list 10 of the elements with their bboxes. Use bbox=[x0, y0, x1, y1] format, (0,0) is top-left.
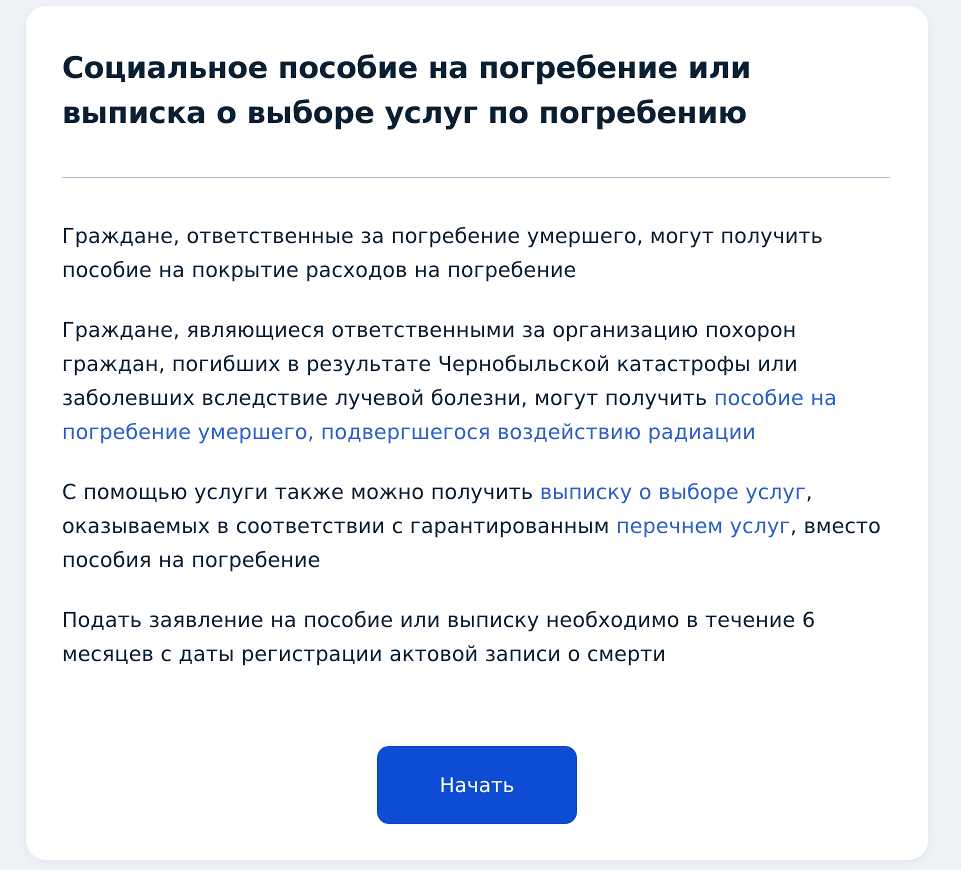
page-title: Социальное пособие на погребение или выписка о выборе услуг по погребению bbox=[62, 50, 752, 133]
start-button[interactable]: Начать bbox=[377, 746, 577, 824]
paragraph: Граждане, являющиеся ответственными за организацию похорон граждан, погибших в результате Чернобыльской катастрофы или заболевших вследствие лучевой болезни, могут получить пособие на погребение умершего, подвергшегося воздействию радиации bbox=[62, 317, 838, 446]
paragraph: Граждане, ответственные за погребение умершего, могут получить пособие на покрытие расходов на погребение bbox=[62, 223, 824, 284]
link[interactable]: пособие на bbox=[714, 386, 837, 410]
link[interactable]: погребение умершего, подвергшегося воздействию радиации bbox=[62, 420, 756, 444]
link[interactable]: перечнем услуг bbox=[616, 514, 790, 538]
link[interactable]: выписку о выборе услуг bbox=[540, 480, 806, 504]
paragraph: С помощью услуги также можно получить выписку о выборе услуг, оказываемых в соответствии с гарантированным перечнем услуг, вместо пособия на погребение bbox=[62, 479, 882, 574]
paragraph: Подать заявление на пособие или выписку необходимо в течение 6 месяцев с даты регистрации актовой записи о смерти bbox=[62, 607, 816, 668]
